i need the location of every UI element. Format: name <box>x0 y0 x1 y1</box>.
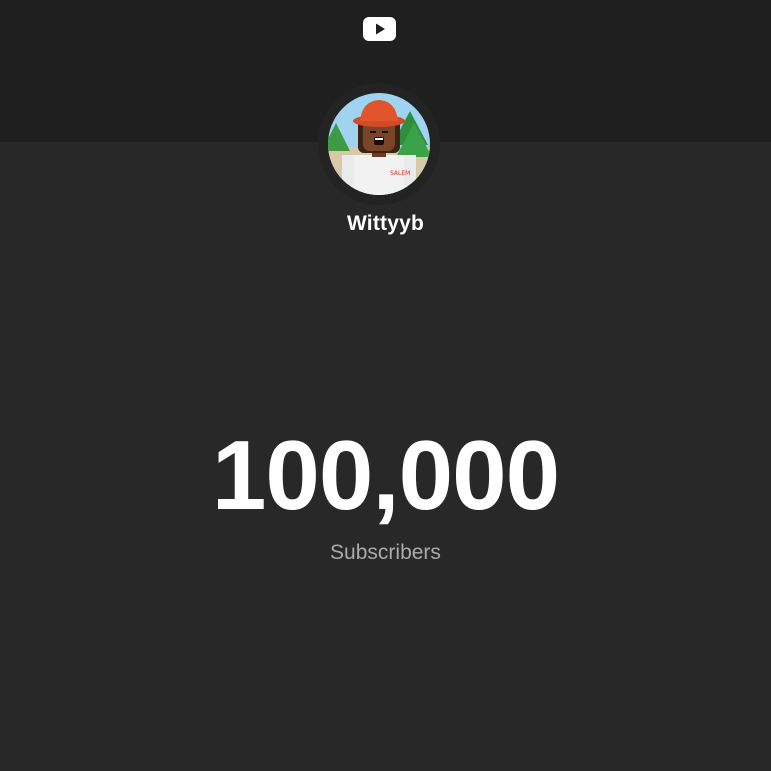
avatar[interactable]: SALEM <box>328 93 430 195</box>
channel-name[interactable]: Wittyyb <box>0 212 771 236</box>
subscriber-label: Subscribers <box>330 541 441 564</box>
youtube-play-icon <box>363 17 396 41</box>
subscriber-count: 100,000 <box>211 420 560 530</box>
svg-text:SALEM: SALEM <box>390 170 410 177</box>
